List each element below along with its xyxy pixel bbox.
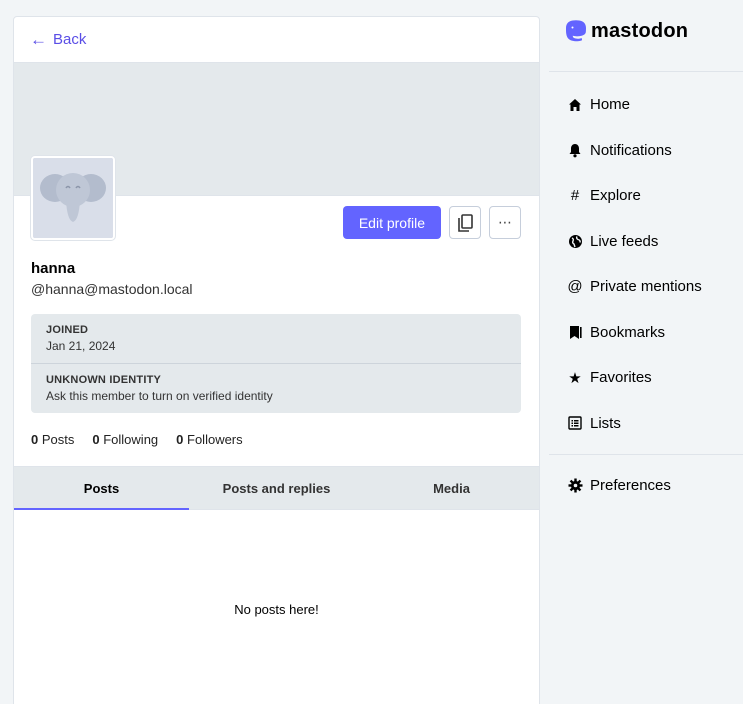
following-count-label: Following <box>103 432 159 447</box>
tab-media[interactable]: Media <box>364 467 539 509</box>
followers-count-label: Followers <box>187 432 243 447</box>
sidebar-item-bookmarks[interactable]: Bookmarks <box>549 310 743 356</box>
account-handle: @hanna@mastodon.local <box>31 281 193 297</box>
globe-icon <box>567 234 583 249</box>
sidebar-item-live-feeds[interactable]: Live feeds <box>549 219 743 265</box>
followers-count-number: 0 <box>176 432 184 447</box>
sidebar-item-explore[interactable]: # Explore <box>549 173 743 219</box>
more-options-button[interactable]: ⋯ <box>489 206 521 239</box>
posts-count-number: 0 <box>31 432 39 447</box>
field-key: UNKNOWN IDENTITY <box>46 374 162 386</box>
profile-column: ← Back Edit profile ⋯ hanna @hanna@masto… <box>13 16 540 704</box>
gear-icon <box>567 478 583 493</box>
mastodon-logo[interactable]: mastodon <box>549 0 743 72</box>
sidebar-item-preferences[interactable]: Preferences <box>549 463 743 509</box>
sidebar-item-label: Notifications <box>590 141 672 159</box>
mastodon-logo-icon <box>565 19 586 41</box>
sidebar-item-label: Lists <box>590 414 621 432</box>
profile-tabs: Posts Posts and replies Media <box>14 466 539 510</box>
avatar[interactable] <box>31 156 115 240</box>
nav-list: Home Notifications # Explore Live feeds … <box>549 72 743 509</box>
column-header: ← Back <box>14 17 539 63</box>
profile-fields: JOINED Jan 21, 2024 UNKNOWN IDENTITY Ask… <box>31 314 521 413</box>
sidebar-item-home[interactable]: Home <box>549 82 743 128</box>
sidebar-item-label: Explore <box>590 187 641 205</box>
field-value: Jan 21, 2024 <box>46 339 116 353</box>
posts-count[interactable]: 0 Posts <box>31 432 74 466</box>
nav-divider: Preferences <box>549 454 743 509</box>
following-count-number: 0 <box>92 432 100 447</box>
ellipsis-icon: ⋯ <box>498 214 512 230</box>
copy-icon <box>458 213 473 232</box>
tab-posts[interactable]: Posts <box>14 467 189 510</box>
sidebar-item-label: Preferences <box>590 477 671 495</box>
copy-link-button[interactable] <box>449 206 481 239</box>
sidebar-item-label: Private mentions <box>590 278 702 296</box>
posts-count-label: Posts <box>41 432 75 447</box>
hashtag-icon: # <box>570 187 580 205</box>
profile-actions: Edit profile ⋯ <box>342 206 521 239</box>
profile-counts: 0 Posts 0 Following 0 Followers <box>14 413 539 466</box>
logo-text: mastodon <box>591 20 689 42</box>
tab-posts-and-replies[interactable]: Posts and replies <box>189 467 364 509</box>
elephant-avatar-icon <box>33 158 113 238</box>
sidebar-item-notifications[interactable]: Notifications <box>549 128 743 174</box>
at-icon: @ <box>567 278 583 296</box>
star-icon: ★ <box>568 369 582 387</box>
followers-count[interactable]: 0 Followers <box>176 432 242 466</box>
navigation-sidebar: mastodon Home Notifications # Explore Li… <box>549 0 743 704</box>
sidebar-item-label: Live feeds <box>590 232 659 250</box>
sidebar-item-label: Favorites <box>590 369 652 387</box>
home-icon <box>567 98 583 112</box>
sidebar-item-label: Home <box>590 96 631 114</box>
list-icon <box>567 416 583 430</box>
following-count[interactable]: 0 Following <box>92 432 158 466</box>
field-identity: UNKNOWN IDENTITY Ask this member to turn… <box>31 363 521 413</box>
back-label: Back <box>53 31 87 48</box>
sidebar-item-private-mentions[interactable]: @ Private mentions <box>549 264 743 310</box>
display-name: hanna <box>31 260 76 277</box>
back-button[interactable]: ← Back <box>30 31 86 48</box>
bell-icon <box>567 143 583 158</box>
sidebar-item-label: Bookmarks <box>590 323 666 341</box>
field-value: Ask this member to turn on verified iden… <box>46 389 273 403</box>
field-key: JOINED <box>46 324 89 336</box>
sidebar-item-lists[interactable]: Lists <box>549 401 743 447</box>
empty-message: No posts here! <box>234 602 319 617</box>
profile-bar: Edit profile ⋯ <box>14 156 539 254</box>
edit-profile-button[interactable]: Edit profile <box>342 206 441 239</box>
field-joined: JOINED Jan 21, 2024 <box>31 314 521 363</box>
sidebar-item-favorites[interactable]: ★ Favorites <box>549 355 743 401</box>
arrow-left-icon: ← <box>30 30 47 49</box>
bookmark-icon <box>567 325 583 340</box>
profile-names: hanna @hanna@mastodon.local <box>14 260 539 297</box>
